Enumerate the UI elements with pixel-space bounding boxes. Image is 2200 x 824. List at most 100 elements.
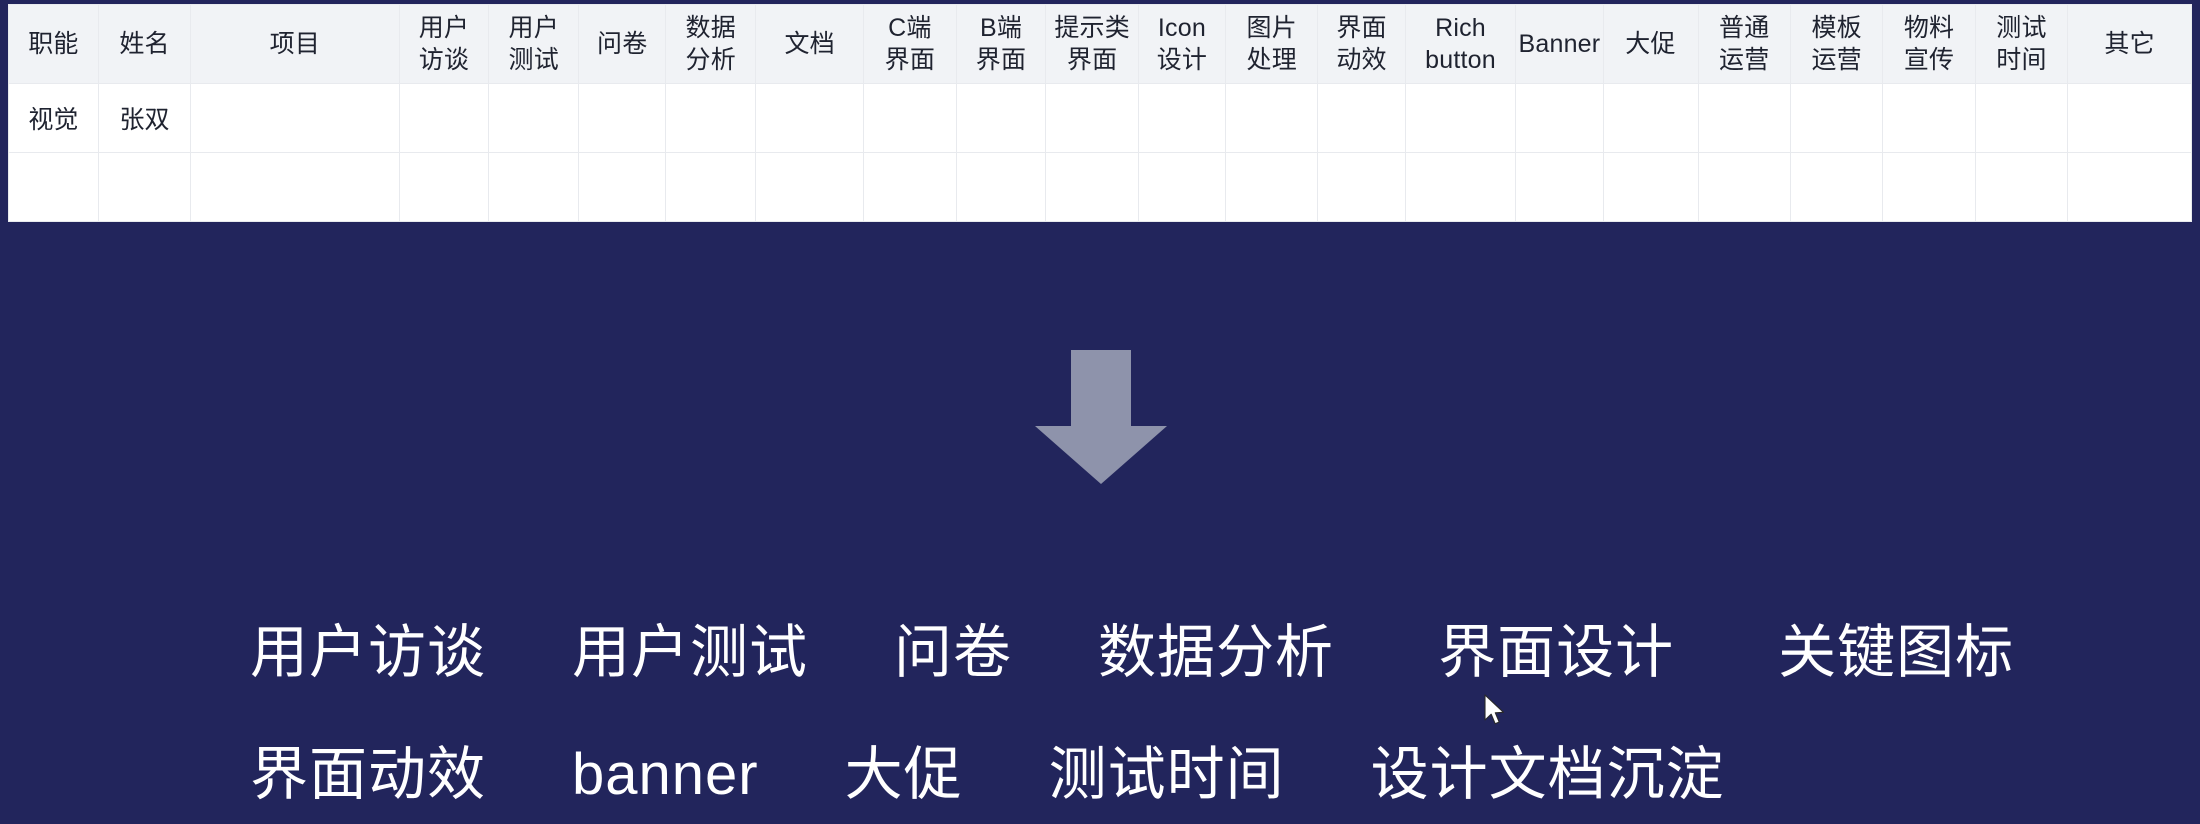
column-header-label: 其它	[2104, 30, 2155, 58]
table-cell[interactable]	[1789, 152, 1884, 222]
table-cell[interactable]	[1515, 83, 1604, 153]
column-header-8[interactable]: C端 界面	[863, 4, 957, 84]
table-cell[interactable]	[398, 152, 490, 222]
keyword-item: 用户访谈	[250, 620, 487, 685]
column-header-15[interactable]: Banner	[1515, 4, 1604, 84]
keyword-row-2: 界面动效 banner 大促 测试时间 设计文档沉淀	[0, 714, 2200, 824]
down-arrow-icon	[1035, 350, 1167, 484]
table-cell[interactable]	[665, 83, 757, 153]
table-cell[interactable]: 张双	[97, 83, 192, 153]
column-header-11[interactable]: Icon 设计	[1137, 4, 1227, 84]
column-header-label: 大促	[1625, 30, 1676, 58]
table-cell[interactable]	[398, 83, 490, 153]
column-header-4[interactable]: 用户 测试	[488, 4, 580, 84]
column-header-14[interactable]: Rich button	[1404, 4, 1517, 84]
table-cell[interactable]	[1602, 152, 1699, 222]
keyword-item: 设计文档沉淀	[1370, 742, 1725, 807]
keyword-item: banner	[572, 742, 759, 807]
table-cell[interactable]: 视觉	[8, 83, 99, 153]
table-cell[interactable]	[1404, 152, 1517, 222]
column-header-19[interactable]: 物料 宣传	[1882, 4, 1976, 84]
column-header-16[interactable]: 大促	[1602, 4, 1699, 84]
column-header-5[interactable]: 问卷	[578, 4, 667, 84]
table-cell[interactable]	[578, 152, 667, 222]
table-cell[interactable]	[1137, 152, 1227, 222]
table-cell[interactable]	[863, 83, 957, 153]
column-header-label: 普通 运营	[1719, 14, 1770, 74]
table-cell[interactable]	[1882, 83, 1976, 153]
table-cell[interactable]	[955, 152, 1047, 222]
table-cell[interactable]	[1974, 83, 2069, 153]
table-cell[interactable]	[1602, 83, 1699, 153]
table-cell[interactable]	[1697, 152, 1791, 222]
column-header-6[interactable]: 数据 分析	[665, 4, 757, 84]
table-cell[interactable]	[955, 83, 1047, 153]
column-header-21[interactable]: 其它	[2067, 4, 2192, 84]
column-header-label: 姓名	[119, 30, 170, 58]
table-cell[interactable]	[863, 152, 957, 222]
column-header-label: 用户 测试	[508, 14, 559, 74]
skill-matrix-table: 职能 姓名 项目 用户 访谈 用户 测试 问卷 数据 分析 文档 C端 界面 B端 界面 提示类 界面 Icon 设…	[8, 4, 2192, 222]
table-cell[interactable]	[1225, 83, 1319, 153]
table-cell[interactable]	[755, 152, 865, 222]
table-header: 职能 姓名 项目 用户 访谈 用户 测试 问卷 数据 分析 文档 C端 界面 B端 界面 提示类 界面 Icon 设…	[8, 4, 2192, 84]
table-cell[interactable]	[1137, 83, 1227, 153]
keyword-item: 关键图标	[1778, 620, 2015, 685]
column-header-18[interactable]: 模板 运营	[1789, 4, 1884, 84]
table-cell[interactable]	[755, 83, 865, 153]
column-header-label: B端 界面	[975, 14, 1027, 74]
keyword-item: 界面设计	[1438, 620, 1675, 685]
skill-matrix-region: 职能 姓名 项目 用户 访谈 用户 测试 问卷 数据 分析 文档 C端 界面 B端 界面 提示类 界面 Icon 设…	[0, 0, 2200, 224]
table-cell[interactable]	[1974, 152, 2069, 222]
table-cell[interactable]	[2067, 83, 2192, 153]
down-arrow-shape	[1035, 350, 1167, 484]
column-header-label: 项目	[269, 30, 321, 58]
table-cell[interactable]	[1225, 152, 1319, 222]
column-header-7[interactable]: 文档	[755, 4, 865, 84]
table-cell[interactable]	[665, 152, 757, 222]
column-header-label: 物料 宣传	[1903, 14, 1955, 74]
table-cell[interactable]	[97, 152, 192, 222]
table-cell[interactable]	[488, 152, 580, 222]
column-header-label: 模板 运营	[1811, 14, 1862, 74]
column-header-label: C端 界面	[884, 14, 936, 74]
table-cell[interactable]	[1697, 83, 1791, 153]
column-header-3[interactable]: 用户 访谈	[398, 4, 490, 84]
table-cell[interactable]	[8, 152, 99, 222]
table-cell[interactable]	[1045, 152, 1139, 222]
column-header-10[interactable]: 提示类 界面	[1045, 4, 1139, 84]
column-header-0[interactable]: 职能	[8, 4, 99, 84]
keyword-item: 界面动效	[250, 742, 487, 807]
column-header-label: 数据 分析	[685, 14, 736, 74]
column-header-12[interactable]: 图片 处理	[1225, 4, 1319, 84]
column-header-20[interactable]: 测试 时间	[1974, 4, 2069, 84]
column-header-label: 界面 动效	[1336, 14, 1387, 74]
column-header-label: 问卷	[597, 30, 648, 58]
table-cell[interactable]	[1045, 83, 1139, 153]
table-cell[interactable]	[2067, 152, 2192, 222]
table-cell[interactable]	[1404, 83, 1517, 153]
table-body: 视觉 张双	[8, 83, 2192, 222]
column-header-label: 职能	[28, 30, 79, 58]
table-row[interactable]: 视觉 张双	[8, 83, 2192, 153]
column-header-13[interactable]: 界面 动效	[1317, 4, 1406, 84]
table-cell[interactable]	[1317, 152, 1406, 222]
table-cell[interactable]	[488, 83, 580, 153]
slide-canvas: 职能 姓名 项目 用户 访谈 用户 测试 问卷 数据 分析 文档 C端 界面 B端 界面 提示类 界面 Icon 设…	[0, 0, 2200, 824]
column-header-9[interactable]: B端 界面	[955, 4, 1047, 84]
column-header-17[interactable]: 普通 运营	[1697, 4, 1791, 84]
table-cell[interactable]	[1882, 152, 1976, 222]
keyword-item: 大促	[844, 742, 963, 807]
table-cell[interactable]	[1515, 152, 1604, 222]
table-cell[interactable]	[1789, 83, 1884, 153]
table-cell[interactable]	[1317, 83, 1406, 153]
table-cell[interactable]	[190, 152, 400, 222]
column-header-1[interactable]: 姓名	[97, 4, 192, 84]
table-header-row: 职能 姓名 项目 用户 访谈 用户 测试 问卷 数据 分析 文档 C端 界面 B端 界面 提示类 界面 Icon 设…	[8, 4, 2192, 84]
column-header-2[interactable]: 项目	[190, 4, 400, 84]
keyword-row-1: 用户访谈 用户测试 问卷 数据分析 界面设计 关键图标	[0, 592, 2200, 714]
table-cell[interactable]	[578, 83, 667, 153]
table-row[interactable]	[8, 152, 2192, 222]
table-cell[interactable]	[190, 83, 400, 153]
keyword-item: 数据分析	[1098, 620, 1335, 685]
